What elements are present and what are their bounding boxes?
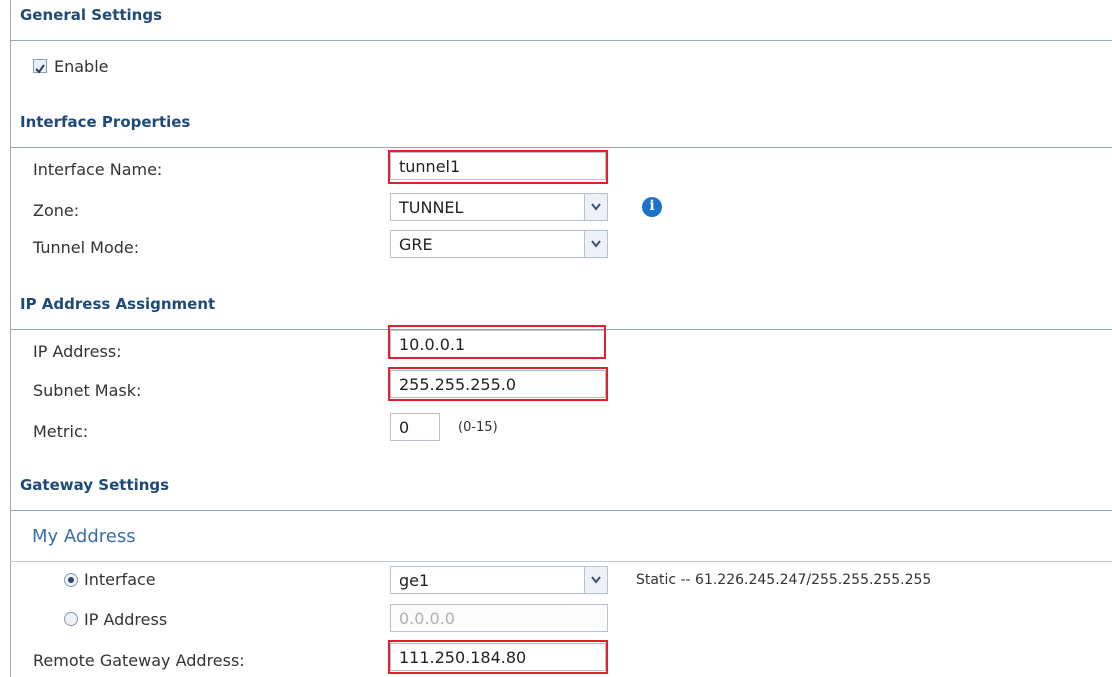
enable-checkbox[interactable]: [33, 59, 47, 74]
section-interface-properties: Interface Properties: [10, 107, 1112, 148]
section-title: Gateway Settings: [20, 476, 170, 494]
tunnel-mode-value: GRE: [399, 235, 433, 254]
ip-address-value: 10.0.0.1: [399, 335, 466, 354]
subnet-mask-value: 255.255.255.0: [399, 375, 517, 394]
dropdown-arrow-icon[interactable]: [584, 231, 607, 257]
my-address-interface-value: ge1: [399, 571, 430, 590]
metric-range-hint: (0-15): [458, 420, 498, 435]
tunnel-mode-select[interactable]: GRE: [390, 230, 608, 258]
ip-address-label: IP Address:: [33, 342, 122, 361]
interface-name-value: tunnel1: [399, 157, 461, 176]
section-title: Interface Properties: [20, 113, 191, 131]
section-title: IP Address Assignment: [20, 295, 216, 313]
metric-label: Metric:: [33, 422, 89, 441]
interface-name-input[interactable]: tunnel1: [390, 152, 606, 180]
metric-input[interactable]: 0: [390, 413, 440, 441]
interface-radio[interactable]: [64, 573, 78, 587]
checkbox-checked-icon: [35, 64, 45, 74]
remote-gateway-input[interactable]: 111.250.184.80: [390, 643, 606, 671]
remote-gateway-label: Remote Gateway Address:: [33, 651, 245, 670]
section-gateway-settings: Gateway Settings: [10, 470, 1112, 511]
ip-address-radio[interactable]: [64, 612, 78, 626]
subnet-mask-input[interactable]: 255.255.255.0: [390, 370, 606, 398]
my-address-interface-select[interactable]: ge1: [390, 566, 608, 594]
my-address-ip-input[interactable]: 0.0.0.0: [390, 604, 608, 632]
enable-label: Enable: [54, 57, 109, 76]
dropdown-arrow-icon[interactable]: [584, 194, 607, 220]
ip-address-radio-label: IP Address: [84, 610, 168, 629]
metric-value: 0: [399, 418, 410, 437]
interface-status-text: Static -- 61.226.245.247/255.255.255.255: [636, 572, 932, 588]
interface-name-label: Interface Name:: [33, 160, 163, 179]
info-icon[interactable]: i: [642, 197, 662, 217]
dropdown-arrow-icon[interactable]: [584, 567, 607, 593]
section-general-settings: General Settings: [10, 0, 1112, 41]
my-address-ip-value: 0.0.0.0: [399, 609, 455, 628]
tunnel-mode-label: Tunnel Mode:: [33, 238, 140, 257]
subsection-my-address: My Address: [10, 511, 1112, 562]
subnet-mask-label: Subnet Mask:: [33, 381, 142, 400]
section-ip-address-assignment: IP Address Assignment: [10, 289, 1112, 330]
zone-select[interactable]: TUNNEL: [390, 193, 608, 221]
zone-value: TUNNEL: [399, 198, 464, 217]
zone-label: Zone:: [33, 201, 80, 220]
subsection-title: My Address: [32, 526, 136, 547]
radio-selected-icon: [68, 577, 74, 583]
section-title: General Settings: [20, 6, 163, 24]
ip-address-input[interactable]: 10.0.0.1: [390, 330, 606, 358]
interface-radio-label: Interface: [84, 570, 156, 589]
left-border: [10, 0, 11, 677]
remote-gateway-value: 111.250.184.80: [399, 648, 527, 667]
